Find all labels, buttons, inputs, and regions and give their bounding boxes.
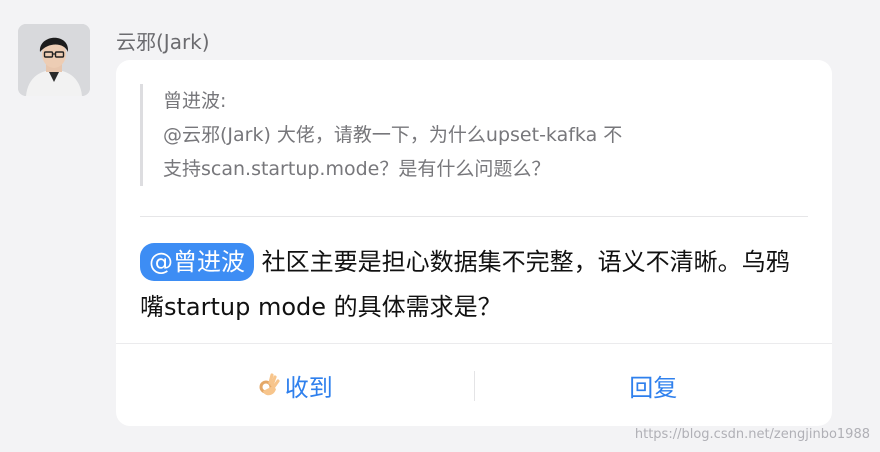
quoted-message[interactable]: 曾进波: @云邪(Jark) 大佬，请教一下，为什么upset-kafka 不 … xyxy=(140,84,808,186)
ok-hand-icon xyxy=(259,373,280,396)
reply-button[interactable]: 回复 xyxy=(475,368,833,403)
sender-name: 云邪(Jark) xyxy=(116,30,210,54)
quote-divider xyxy=(140,216,808,217)
message-body: @曾进波 社区主要是担心数据集不完整，语义不清晰。乌鸦嘴startup mode… xyxy=(140,240,810,330)
quote-text-line-2: 支持scan.startup.mode？是有什么问题么？ xyxy=(163,158,551,180)
acknowledge-label: 收到 xyxy=(284,374,333,402)
user-avatar-icon xyxy=(18,24,90,96)
acknowledge-button[interactable]: 收到 xyxy=(116,368,474,403)
reply-label: 回复 xyxy=(629,374,678,402)
sender-avatar[interactable] xyxy=(18,24,90,96)
watermark: https://blog.csdn.net/zengjinbo1988 xyxy=(634,427,870,442)
message-actions: 收到 回复 xyxy=(116,343,832,427)
quote-author: 曾进波: xyxy=(163,90,227,112)
mention-tag[interactable]: @曾进波 xyxy=(140,243,254,281)
quote-text-line-1: @云邪(Jark) 大佬，请教一下，为什么upset-kafka 不 xyxy=(163,124,623,146)
message-bubble: 曾进波: @云邪(Jark) 大佬，请教一下，为什么upset-kafka 不 … xyxy=(116,60,832,426)
